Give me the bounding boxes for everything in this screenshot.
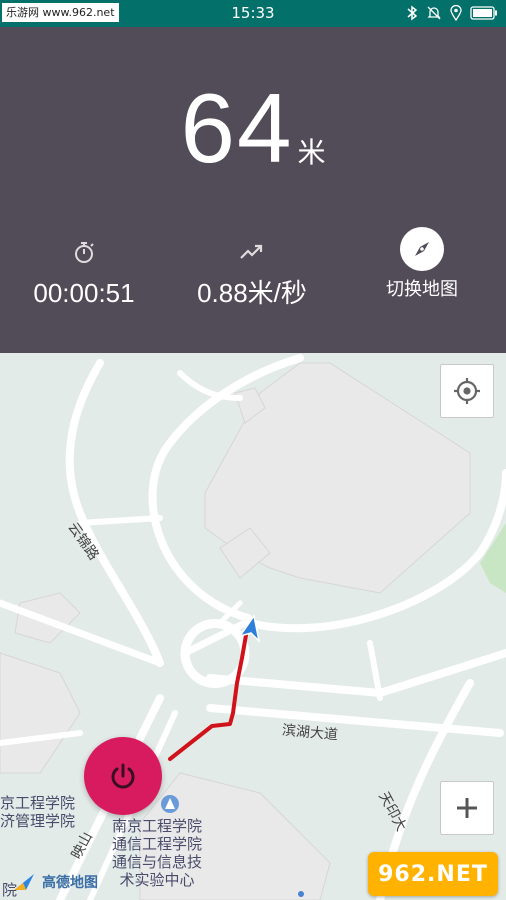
stop-tracking-button[interactable] [84,737,162,815]
map-view[interactable]: 云锦路 滨湖大道 映山 天印大 京工程学院 济管理学院 南京工程学院 通信工程学… [0,353,506,900]
location-icon [450,5,462,21]
status-icons [406,4,498,22]
duration-value: 00:00:51 [33,278,135,308]
switch-map-button[interactable]: 切换地图 [338,227,506,303]
amap-arrow-icon [14,874,34,890]
poi-marker-icon [161,795,179,813]
crosshair-icon [454,378,480,404]
amap-logo: 高德地图 [12,872,98,892]
duration-stat: 00:00:51 [0,237,168,309]
compass-icon[interactable] [400,227,444,271]
speed-value: 0.88米/秒 [197,278,307,308]
plus-icon [457,798,477,818]
distance-value: 64 [180,73,294,183]
power-icon [111,763,135,789]
locate-button[interactable] [440,364,494,418]
brand-badge-text: 962.NET [378,861,488,887]
amap-logo-text: 高德地图 [42,875,98,891]
poi-label-left: 京工程学院 济管理学院 [0,794,76,830]
zoom-in-button[interactable] [440,781,494,835]
bluetooth-icon [407,5,418,21]
bell-muted-icon [427,6,441,20]
trend-icon [240,244,263,259]
speed-stat: 0.88米/秒 [168,237,336,309]
switch-map-label: 切换地图 [386,279,458,300]
stats-panel: 64 米 00:00:51 0.88米/秒 切换地图 [0,27,506,353]
map-canvas [0,354,506,900]
distance-unit: 米 [297,136,326,169]
poi-label-main: 南京工程学院 通信工程学院 通信与信息技 术实验中心 [112,817,203,889]
distance-display: 64 米 [0,79,506,177]
battery-icon [470,6,497,20]
stopwatch-icon [75,242,94,263]
brand-badge: 962.NET [368,852,498,896]
status-bar: 乐游网 www.962.net 15:33 [0,0,506,27]
